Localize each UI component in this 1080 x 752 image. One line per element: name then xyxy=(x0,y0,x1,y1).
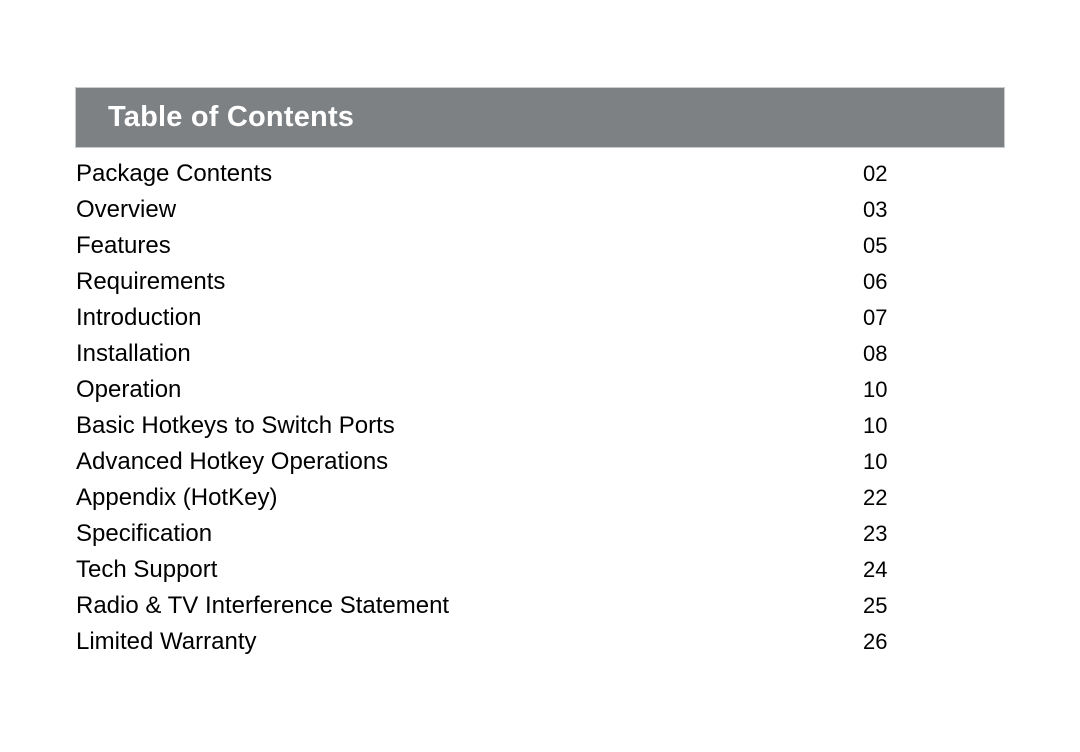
toc-entry-row[interactable]: Radio & TV Interference Statement 25 xyxy=(75,589,1005,625)
toc-entry-label: Introduction xyxy=(76,304,202,331)
toc-entry-page-number: 10 xyxy=(863,449,888,474)
toc-entry-page-number: 26 xyxy=(863,629,888,654)
toc-entry-row[interactable]: Introduction 07 xyxy=(75,301,1005,337)
toc-entry-row[interactable]: Advanced Hotkey Operations 10 xyxy=(75,445,1005,481)
toc-entry-row[interactable]: Specification 23 xyxy=(75,517,1005,553)
toc-entry-row[interactable]: Requirements 06 xyxy=(75,265,1005,301)
toc-entry-page-number: 02 xyxy=(863,161,888,186)
toc-entry-label: Radio & TV Interference Statement xyxy=(76,592,450,619)
toc-entry-page-number: 23 xyxy=(863,521,888,546)
toc-entry-label: Installation xyxy=(76,340,191,367)
toc-entry-page-number: 22 xyxy=(863,485,888,510)
toc-entry-label: Specification xyxy=(76,520,213,547)
toc-entry-row[interactable]: Installation 08 xyxy=(75,337,1005,373)
toc-entry-page-number: 07 xyxy=(863,305,888,330)
toc-entry-row[interactable]: Tech Support 24 xyxy=(75,553,1005,589)
toc-entry-row[interactable]: Basic Hotkeys to Switch Ports 10 xyxy=(75,409,1005,445)
toc-entry-label: Basic Hotkeys to Switch Ports xyxy=(76,412,395,439)
toc-entry-page-number: 08 xyxy=(863,341,888,366)
document-page: Table of Contents Package Contents 02 Over… xyxy=(0,0,1080,752)
page-title: Table of Contents xyxy=(108,101,355,133)
toc-entry-page-number: 25 xyxy=(863,593,888,618)
toc-entry-row[interactable]: Features 05 xyxy=(75,229,1005,265)
toc-entry-page-number: 10 xyxy=(863,377,888,402)
toc-entry-row[interactable]: Operation 10 xyxy=(75,373,1005,409)
toc-entry-label: Requirements xyxy=(76,268,226,295)
toc-entry-label: Limited Warranty xyxy=(76,628,257,655)
toc-entry-row[interactable]: Package Contents 02 xyxy=(75,157,1005,193)
toc-entry-page-number: 03 xyxy=(863,197,888,222)
toc-entry-page-number: 05 xyxy=(863,233,888,258)
toc-entry-row[interactable]: Limited Warranty 26 xyxy=(75,625,1005,661)
toc-entry-page-number: 10 xyxy=(863,413,888,438)
toc-entry-label: Features xyxy=(76,232,171,259)
toc-entry-page-number: 24 xyxy=(863,557,888,582)
table-of-contents-header: Table of Contents xyxy=(75,87,1005,148)
toc-entry-row[interactable]: Appendix (HotKey) 22 xyxy=(75,481,1005,517)
toc-entry-label: Advanced Hotkey Operations xyxy=(76,448,389,475)
toc-entry-page-number: 06 xyxy=(863,269,888,294)
toc-entry-label: Package Contents xyxy=(76,160,273,187)
toc-entry-row[interactable]: Overview 03 xyxy=(75,193,1005,229)
toc-entry-label: Appendix (HotKey) xyxy=(76,484,278,511)
toc-entry-label: Operation xyxy=(76,376,182,403)
toc-entry-label: Tech Support xyxy=(76,556,218,583)
table-of-contents-list: Package Contents 02 Overview 03 Features 05 Re… xyxy=(75,157,1005,661)
toc-entry-label: Overview xyxy=(76,196,177,223)
